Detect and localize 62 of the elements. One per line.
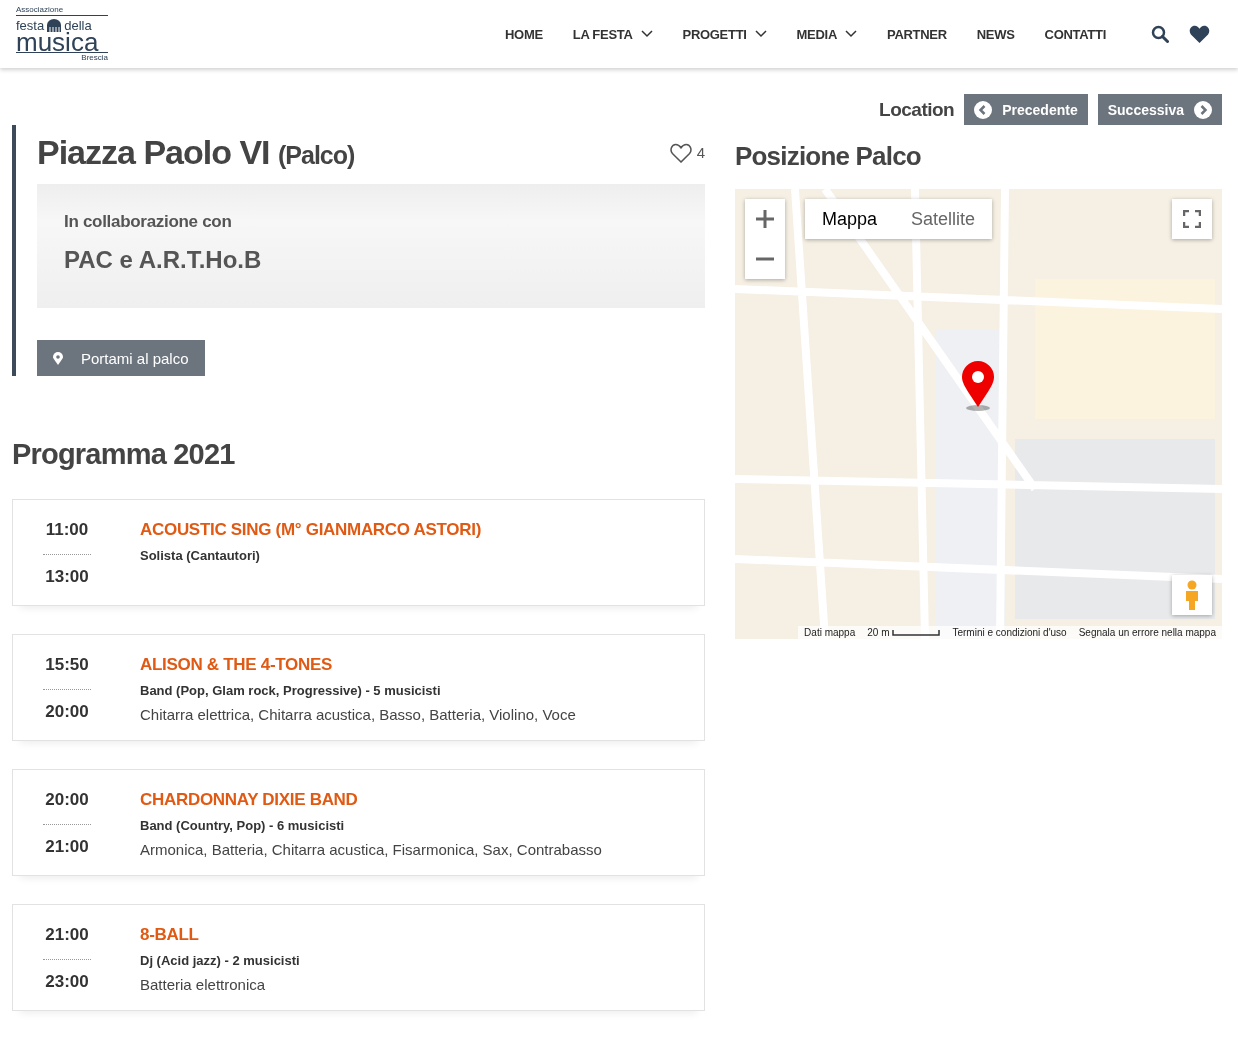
map-section-title: Posizione Palco: [735, 141, 922, 172]
start-time: 15:50: [45, 655, 89, 675]
end-time: 23:00: [45, 972, 89, 992]
zoom-in-button[interactable]: [745, 199, 785, 239]
event-title[interactable]: ACOUSTIC SING (M° GIANMARCO ASTORI): [140, 520, 481, 540]
event-details: Band (Pop, Glam rock, Progressive) - 5 musicisti: [140, 683, 442, 698]
event-title[interactable]: ALISON & THE 4-TONES: [140, 655, 576, 675]
nav-link[interactable]: CONTATTI: [1029, 26, 1121, 42]
person-icon: [1184, 580, 1200, 610]
logo-text: musica: [16, 32, 108, 53]
instrument-list: Batteria elettronica: [140, 976, 300, 993]
zoom-out-button[interactable]: [745, 239, 785, 279]
map-marker-icon: [961, 361, 995, 411]
nav-link[interactable]: PROGETTI: [667, 26, 782, 42]
map-pin-icon: [53, 351, 63, 365]
event-details: Solista (Cantautori): [140, 548, 261, 563]
map-type-tab[interactable]: Satellite: [894, 199, 993, 239]
search-icon[interactable]: [1151, 25, 1169, 43]
chevron-left-circle-icon: [974, 100, 993, 119]
nav-link[interactable]: PARTNER: [872, 26, 962, 42]
nav-link[interactable]: LA FESTA: [557, 26, 668, 42]
logo-text: Associazione: [16, 6, 108, 16]
next-button[interactable]: Successiva: [1097, 94, 1222, 125]
fullscreen-button[interactable]: [1172, 199, 1212, 239]
heart-outline-icon[interactable]: [668, 142, 693, 163]
start-time: 21:00: [45, 925, 89, 945]
instrument-list: Chitarra elettrica, Chitarra acustica, Basso, Batteria, Violino, Voce: [140, 706, 576, 723]
nav-link[interactable]: HOME: [490, 26, 558, 42]
logo-text: Brescia: [81, 54, 108, 62]
directions-button[interactable]: Portami al palco: [37, 340, 205, 376]
end-time: 21:00: [45, 837, 89, 857]
minus-icon: [756, 257, 774, 261]
event-title[interactable]: CHARDONNAY DIXIE BAND: [140, 790, 602, 810]
start-time: 11:00: [45, 520, 89, 540]
nav-link[interactable]: NEWS: [961, 26, 1030, 42]
fullscreen-icon: [1183, 210, 1201, 228]
event-title[interactable]: 8-BALL: [140, 925, 300, 945]
plus-icon: [756, 210, 774, 228]
end-time: 20:00: [45, 702, 89, 722]
map-footer-link[interactable]: Dati mappa: [804, 627, 856, 638]
location-label: Location: [879, 98, 955, 121]
event-details: Dj (Acid jazz) - 2 musicisti: [140, 953, 300, 968]
previous-button[interactable]: Precedente: [964, 94, 1088, 125]
chevron-right-circle-icon: [1194, 100, 1212, 119]
logo-text: festa: [16, 19, 45, 32]
logo-text: della: [64, 19, 92, 32]
dome-icon: [46, 18, 63, 32]
end-time: 13:00: [45, 567, 89, 587]
heart-icon[interactable]: [1189, 25, 1210, 43]
like-count: 4: [696, 144, 705, 161]
event-details: Band (Country, Pop) - 6 musicisti: [140, 818, 346, 833]
map-footer-link[interactable]: Termini e condizioni d'uso: [952, 627, 1067, 638]
map-scale: 20 m: [867, 627, 941, 638]
nav-link[interactable]: MEDIA: [781, 26, 872, 42]
program-title: Programma 2021: [12, 438, 236, 471]
start-time: 20:00: [45, 790, 89, 810]
collaborator-name: PAC e A.R.T.Ho.B: [64, 246, 263, 274]
venue-title: Piazza Paolo VI (Palco): [37, 133, 355, 172]
map-footer-link[interactable]: Segnala un errore nella mappa: [1078, 627, 1216, 638]
collaboration-label: In collaborazione con: [64, 212, 233, 232]
map-type-tab[interactable]: Mappa: [805, 199, 895, 239]
instrument-list: Armonica, Batteria, Chitarra acustica, Fisarmonica, Sax, Contrabasso: [140, 841, 602, 858]
